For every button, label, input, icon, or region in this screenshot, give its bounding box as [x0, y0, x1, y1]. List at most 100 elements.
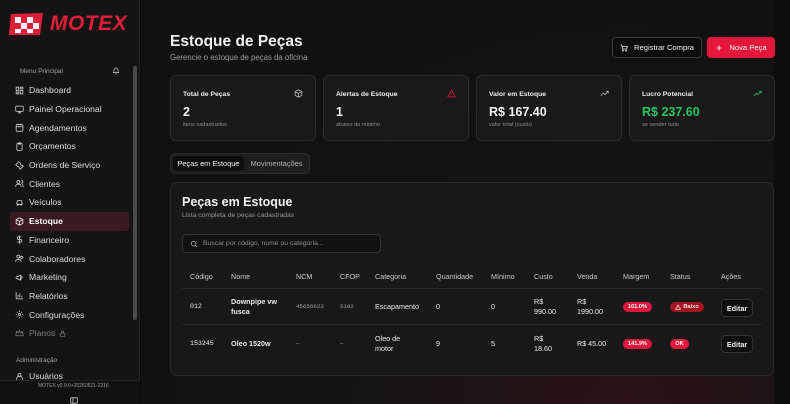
- register-purchase-label: Registrar Compra: [634, 43, 694, 52]
- column-header-nome: Nome: [231, 272, 251, 281]
- sidebar-item-painel-operacional[interactable]: Painel Operacional: [10, 100, 129, 119]
- clipboard-icon: [16, 142, 23, 151]
- stat-value: R$ 167.40: [489, 105, 547, 119]
- plus-icon: [716, 44, 723, 51]
- sidebar-item-configuracoes[interactable]: Configurações: [10, 305, 129, 324]
- column-header-ncm: NCM: [296, 272, 313, 281]
- cell-custo: R$ 990.00: [534, 297, 556, 316]
- edit-button[interactable]: Editar: [721, 299, 753, 317]
- table-divider: [182, 288, 762, 289]
- sidebar-item-label: Agendamentos: [29, 122, 87, 133]
- gear-icon: [15, 310, 24, 319]
- stat-subtext: itens cadastrados: [183, 122, 227, 128]
- sidebar-item-dashboard[interactable]: Dashboard: [10, 81, 129, 100]
- admin-section-title: Administração: [16, 357, 58, 364]
- chart-icon: [15, 292, 23, 300]
- cell-categoria: Oleo de motor: [375, 334, 401, 353]
- brand-logo[interactable]: MOTEX: [9, 11, 127, 37]
- page-title: Estoque de Peças: [170, 33, 303, 50]
- dollar-icon: [16, 235, 23, 244]
- stat-subtext: se vender tudo: [642, 122, 680, 128]
- column-header-minimo: Mínimo: [491, 272, 515, 281]
- tab-list: Peças em Estoque Movimentações: [170, 153, 310, 174]
- menu-section-title: Menu Principal: [20, 67, 63, 75]
- cell-quantidade: 0: [436, 302, 440, 311]
- cell-ncm: —: [296, 340, 300, 347]
- crown-icon: [15, 329, 24, 336]
- megaphone-icon: [15, 274, 23, 281]
- edit-button[interactable]: Editar: [721, 335, 753, 353]
- sidebar-toggle-icon[interactable]: [70, 397, 78, 404]
- sidebar-item-label: Painel Operacional: [29, 104, 102, 115]
- new-part-label: Nova Peça: [729, 43, 767, 52]
- stat-subtext: abaixo do mínimo: [336, 122, 381, 128]
- search-input[interactable]: [203, 240, 373, 247]
- cell-cfop: —: [340, 340, 344, 347]
- sidebar-item-label: Clientes: [29, 178, 61, 189]
- status-label: Baixo: [683, 304, 699, 310]
- sidebar-item-label: Ordens de Serviço: [29, 160, 101, 171]
- stat-title: Valor em Estoque: [489, 91, 547, 98]
- monitor-icon: [15, 105, 24, 113]
- search-box: [182, 234, 381, 253]
- column-header-custo: Custo: [534, 272, 553, 281]
- stat-value: 1: [336, 105, 343, 119]
- cell-venda: R$ 45.00: [577, 339, 607, 348]
- tab-pecas-em-estoque[interactable]: Peças em Estoque: [173, 156, 244, 171]
- sidebar-scrollbar[interactable]: [133, 66, 137, 320]
- version-label: MOTEX v0.0.0+20260521-2216: [38, 383, 109, 389]
- sidebar-item-label: Veículos: [29, 197, 62, 208]
- cell-quantidade: 9: [436, 339, 440, 348]
- sidebar-item-financeiro[interactable]: Financeiro: [10, 231, 129, 250]
- stat-value: 2: [183, 105, 190, 119]
- register-purchase-button[interactable]: Registrar Compra: [612, 37, 702, 58]
- cell-categoria: Escapamento: [375, 302, 419, 311]
- column-header-codigo: Código: [190, 272, 213, 281]
- panel-subtitle: Lista completa de peças cadastradas: [182, 212, 295, 219]
- trending-up-icon: [600, 90, 609, 97]
- lock-icon: [60, 330, 66, 337]
- status-badge: OK: [670, 339, 689, 349]
- sidebar-item-relatorios[interactable]: Relatórios: [10, 287, 129, 306]
- sidebar-item-marketing[interactable]: Marketing: [10, 268, 129, 287]
- column-header-status: Status: [670, 272, 691, 281]
- column-header-cfop: CFOP: [340, 272, 360, 281]
- sidebar-item-clientes[interactable]: Clientes: [10, 174, 129, 193]
- brand-name: MOTEX: [50, 12, 128, 35]
- sidebar-item-label: Estoque: [29, 216, 63, 227]
- page-subtitle: Gerencie o estoque de peças da oficina: [170, 53, 308, 62]
- column-header-margem: Margem: [623, 272, 650, 281]
- sidebar-item-agendamentos[interactable]: Agendamentos: [10, 118, 129, 137]
- sidebar-item-label: Orçamentos: [29, 141, 76, 152]
- sidebar-item-label: Relatórios: [29, 290, 68, 301]
- checkered-flag-icon: [9, 11, 46, 37]
- cell-codigo: 153245: [190, 340, 214, 347]
- sidebar-item-planos: Planos: [10, 324, 129, 343]
- sidebar-item-orcamentos[interactable]: Orçamentos: [10, 137, 129, 156]
- sidebar-item-label: Planos: [29, 328, 56, 339]
- warning-icon: [675, 304, 682, 310]
- new-part-button[interactable]: Nova Peça: [707, 37, 775, 58]
- stat-subtext: valor total (custo): [489, 122, 532, 128]
- tab-movimentacoes[interactable]: Movimentações: [244, 156, 309, 171]
- column-header-acoes: Ações: [721, 272, 741, 281]
- stat-title: Lucro Potencial: [642, 91, 693, 98]
- sidebar-item-estoque[interactable]: Estoque: [10, 211, 129, 231]
- calendar-icon: [15, 123, 24, 132]
- sidebar-item-veiculos[interactable]: Veículos: [10, 193, 129, 212]
- trending-up-icon: [753, 90, 762, 97]
- panel-title: Peças em Estoque: [182, 195, 293, 209]
- column-header-categoria: Categoria: [375, 272, 407, 281]
- stat-value: R$ 237.60: [642, 105, 700, 119]
- column-header-quantidade: Quantidade: [436, 272, 474, 281]
- bell-icon[interactable]: [112, 67, 120, 75]
- sidebar-item-ordens-de-servico[interactable]: Ordens de Serviço: [10, 156, 129, 175]
- warning-icon: [447, 89, 456, 98]
- sidebar-item-colaboradores[interactable]: Colaboradores: [10, 249, 129, 268]
- sidebar-item-label: Financeiro: [29, 234, 70, 245]
- layout-dashboard-icon: [15, 86, 24, 95]
- stat-card-total-pecas: Total de Peças 2 itens cadastrados: [170, 75, 316, 141]
- stat-card-alertas: Alertas de Estoque 1 abaixo do mínimo: [323, 75, 469, 141]
- margin-badge: 141.9%: [623, 339, 652, 349]
- sidebar-item-label: Dashboard: [29, 85, 72, 96]
